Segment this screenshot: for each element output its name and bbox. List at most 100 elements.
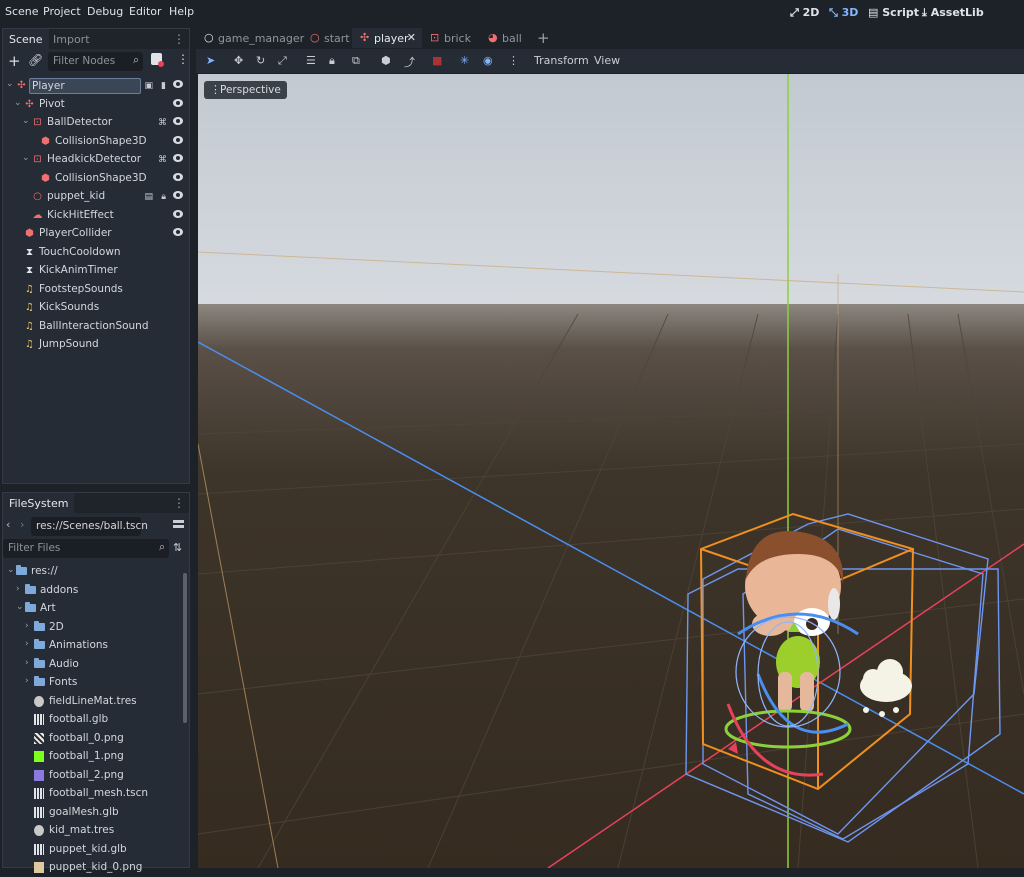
camera-preview-icon[interactable]: ■ <box>432 54 442 67</box>
file-row[interactable]: football_0.png <box>3 730 179 748</box>
more-options-icon[interactable]: ⋮ <box>177 52 189 66</box>
local-space-icon[interactable]: ⤴ <box>404 54 415 70</box>
scene-node-row[interactable]: ⬢ CollisionShape3D <box>3 133 189 151</box>
file-row[interactable]: › addons <box>3 582 179 600</box>
file-row[interactable]: fieldLineMat.tres <box>3 693 179 711</box>
scene-node-row[interactable]: ♫ BallInteractionSound <box>3 318 189 336</box>
rotate-mode-icon[interactable]: ↻ <box>256 54 265 67</box>
split-view-icon[interactable] <box>173 520 184 523</box>
visibility-eye-icon[interactable] <box>173 191 183 199</box>
visibility-eye-icon[interactable] <box>173 98 183 107</box>
scene-node-row[interactable]: ○ puppet_kid ▤ 🔒︎ <box>3 188 189 206</box>
close-tab-icon[interactable]: ✕ <box>407 31 416 44</box>
dock-menu-icon[interactable]: ⋮ <box>173 32 185 46</box>
workspace-script-button[interactable]: ▤ Script <box>868 6 919 19</box>
scene-node-row[interactable]: ♫ JumpSound <box>3 336 189 354</box>
visibility-eye-icon[interactable] <box>173 154 183 162</box>
tab-filesystem[interactable]: FileSystem <box>3 493 75 513</box>
workspace-2d-button[interactable]: ⤢ 2D <box>790 6 819 20</box>
sort-icon[interactable]: ⇅ <box>173 541 182 554</box>
path-field[interactable]: res://Scenes/ball.tscn <box>31 517 148 536</box>
scene-node-row[interactable]: ⌄ ⊡ BallDetector ⌘ <box>3 114 189 132</box>
snap-icon[interactable]: ⬢ <box>381 54 391 67</box>
script-icon[interactable]: ▣ <box>144 81 153 91</box>
expand-chevron-icon[interactable]: ⌄ <box>22 116 30 126</box>
scene-node-row[interactable]: ⬢ CollisionShape3D <box>3 170 189 188</box>
expand-chevron-icon[interactable]: › <box>25 639 29 649</box>
forward-arrow-icon[interactable]: › <box>20 518 24 531</box>
file-row[interactable]: goalMesh.glb <box>3 804 179 822</box>
add-node-icon[interactable]: + <box>8 52 21 70</box>
move-mode-icon[interactable]: ✥ <box>234 54 243 67</box>
workspace-3d-button[interactable]: ⤡ 3D <box>829 6 858 20</box>
select-mode-icon[interactable]: ➤ <box>206 54 215 67</box>
perspective-menu-button[interactable]: ⋮ Perspective <box>204 81 287 99</box>
file-row[interactable]: ⌄ res:// <box>3 563 179 581</box>
workspace-assetlib-button[interactable]: ⤓ AssetLib <box>922 6 984 20</box>
signal-icon[interactable]: ⌘ <box>158 155 167 165</box>
scene-node-row[interactable]: ⬢ PlayerCollider <box>3 225 189 243</box>
file-row[interactable]: › Audio <box>3 656 179 674</box>
visibility-eye-icon[interactable] <box>173 80 183 88</box>
scene-node-row[interactable]: ♫ KickSounds <box>3 299 189 317</box>
dock-menu-icon[interactable]: ⋮ <box>173 496 185 510</box>
file-row[interactable]: kid_mat.tres <box>3 822 179 840</box>
visibility-eye-icon[interactable] <box>173 172 183 181</box>
signal-icon[interactable]: ⌘ <box>158 118 167 128</box>
add-scene-tab-icon[interactable]: + <box>537 29 550 47</box>
menu-debug[interactable]: Debug <box>87 5 123 18</box>
menu-editor[interactable]: Editor <box>129 5 162 18</box>
file-row[interactable]: football_1.png <box>3 748 179 766</box>
tab-import[interactable]: Import <box>47 29 96 49</box>
visibility-eye-icon[interactable] <box>173 209 183 218</box>
scene-tab[interactable]: ✣ player ✕ <box>352 28 422 48</box>
expand-chevron-icon[interactable]: › <box>16 584 20 594</box>
script-attach-icon[interactable] <box>151 53 164 67</box>
filter-files-input[interactable]: Filter Files ⌕ <box>3 539 169 558</box>
file-row[interactable]: › 2D <box>3 619 179 637</box>
transform-menu[interactable]: Transform <box>534 54 589 67</box>
toolbar-menu-icon[interactable]: ⋮ <box>508 54 519 67</box>
expand-chevron-icon[interactable]: › <box>25 658 29 668</box>
list-select-icon[interactable]: ☰ <box>306 54 316 67</box>
group-icon[interactable]: ⧉ <box>352 54 360 68</box>
lock-icon[interactable]: 🔒︎ <box>161 192 166 202</box>
3d-viewport[interactable]: ⋮ Perspective <box>198 74 1024 868</box>
scrollbar[interactable] <box>183 573 187 723</box>
scene-node-row[interactable]: ⌄ ⊡ HeadkickDetector ⌘ <box>3 151 189 169</box>
scene-node-row[interactable]: ♫ FootstepSounds <box>3 281 189 299</box>
expand-chevron-icon[interactable]: ⌄ <box>22 153 30 163</box>
lock-icon[interactable]: 🔒︎ <box>329 54 335 68</box>
file-row[interactable]: puppet_kid_0.png <box>3 859 179 877</box>
instance-scene-icon[interactable]: ▤ <box>144 192 153 202</box>
scene-node-row[interactable]: ⧗ KickAnimTimer <box>3 262 189 280</box>
menu-scene[interactable]: Scene <box>5 5 39 18</box>
scene-node-row[interactable]: ⌄ ✣ Pivot <box>3 96 189 114</box>
file-row[interactable]: football.glb <box>3 711 179 729</box>
tab-scene[interactable]: Scene <box>3 29 49 49</box>
visibility-eye-icon[interactable] <box>173 135 183 144</box>
visibility-eye-icon[interactable] <box>173 117 183 125</box>
file-row[interactable]: football_mesh.tscn <box>3 785 179 803</box>
environment-icon[interactable]: ◉ <box>483 54 493 67</box>
scene-tab[interactable]: ○ game_manager <box>196 28 304 48</box>
menu-help[interactable]: Help <box>169 5 194 18</box>
scale-mode-icon[interactable]: ⤢ <box>278 54 287 68</box>
group-node-icon[interactable]: ▮ <box>161 81 166 91</box>
scene-node-row[interactable]: ☁ KickHitEffect <box>3 207 189 225</box>
scene-tab[interactable]: ◕ ball <box>480 28 530 48</box>
back-arrow-icon[interactable]: ‹ <box>6 518 10 531</box>
file-row[interactable]: ⌄ Art <box>3 600 179 618</box>
expand-chevron-icon[interactable]: › <box>25 621 29 631</box>
filter-nodes-input[interactable]: Filter Nodes ⌕ <box>48 52 143 71</box>
expand-chevron-icon[interactable]: ⌄ <box>6 79 14 89</box>
scene-node-row[interactable]: ⧗ TouchCooldown <box>3 244 189 262</box>
file-row[interactable]: › Animations <box>3 637 179 655</box>
file-row[interactable]: › Fonts <box>3 674 179 692</box>
expand-chevron-icon[interactable]: ⌄ <box>16 602 24 612</box>
expand-chevron-icon[interactable]: ⌄ <box>14 98 22 108</box>
file-row[interactable]: football_2.png <box>3 767 179 785</box>
scene-tab[interactable]: ○ start <box>302 28 352 48</box>
sun-icon[interactable]: ✳ <box>460 54 469 67</box>
scene-node-row[interactable]: ⌄ ✣ Player ▣ ▮ <box>3 77 189 95</box>
